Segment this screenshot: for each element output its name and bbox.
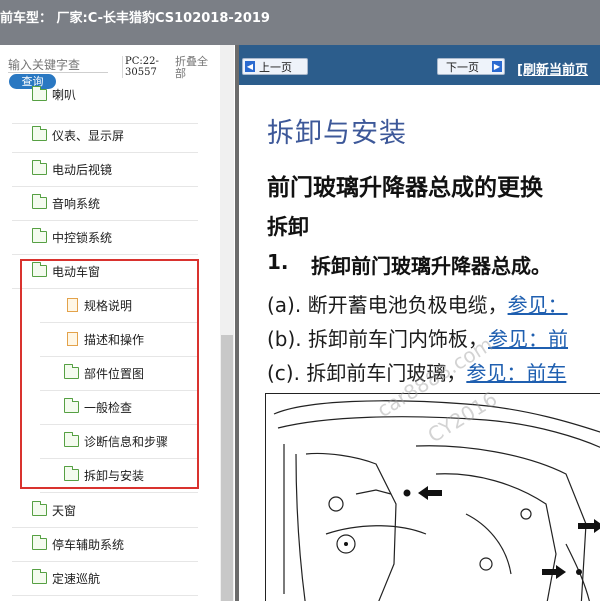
folder-icon: [32, 535, 47, 550]
tree-item-label: 停车辅助系统: [52, 538, 125, 552]
door-illustration: [265, 393, 600, 601]
tree-item-cruise-control[interactable]: 定速巡航: [12, 562, 198, 596]
tree-item-label: 天窗: [52, 504, 77, 518]
doc-title: 前门玻璃升降器总成的更换: [267, 175, 543, 201]
step-text: 拆卸前门玻璃升降器总成。: [311, 254, 551, 278]
window-title-bar: 前车型： 厂家:C-长丰猎豹CS102018-2019: [0, 0, 600, 45]
substep-a: (a). 断开蓄电池负极电缆，参见：: [267, 289, 568, 318]
tree-item-label: 电动后视镜: [52, 163, 113, 177]
reference-link[interactable]: 参见：前车: [466, 361, 566, 385]
substep-text: (c). 拆卸前车门玻璃，: [267, 361, 467, 385]
doc-heading: 拆卸与安装: [267, 118, 407, 149]
tree-item-label: 仪表、显示屏: [52, 129, 125, 143]
next-page-button[interactable]: 下一页 ▶: [437, 58, 505, 75]
folder-icon: [32, 160, 47, 175]
tree-item-mirror[interactable]: 电动后视镜: [12, 153, 198, 187]
selection-highlight-box: [20, 259, 199, 489]
substep-text: (a). 断开蓄电池负极电缆，: [267, 293, 508, 317]
tree-item-label: 音响系统: [52, 197, 101, 211]
tree-item-central-lock[interactable]: 中控锁系统: [12, 221, 198, 255]
substep-c: (c). 拆卸前车门玻璃，参见：前车: [267, 357, 566, 386]
substep-b: (b). 拆卸前车门内饰板，参见：前: [267, 323, 568, 352]
search-input[interactable]: [8, 58, 108, 73]
folder-icon: [32, 86, 47, 101]
tree-item-sunroof[interactable]: 天窗: [12, 494, 198, 528]
reference-link[interactable]: 参见：: [508, 293, 568, 317]
reference-link[interactable]: 参见：前: [488, 327, 568, 351]
step-number: 1.: [267, 250, 289, 274]
content-pane: ◀ 上一页 下一页 ▶ [刷新当前页 拆卸与安装 前门玻璃升降器总成的更换 拆卸…: [239, 45, 600, 601]
pc-code-label: PC:22-30557: [122, 56, 169, 78]
tree-item-instrument[interactable]: 仪表、显示屏: [12, 119, 198, 153]
collapse-all-link[interactable]: 折叠全部: [175, 56, 217, 80]
tree-item-label: 喇叭: [52, 88, 77, 102]
tree-item-label: 中控锁系统: [52, 231, 113, 245]
prev-page-label: 上一页: [259, 61, 292, 74]
tree-item-parking-assist[interactable]: 停车辅助系统: [12, 528, 198, 562]
refresh-page-link[interactable]: [刷新当前页: [517, 59, 588, 78]
folder-icon: [32, 228, 47, 243]
substep-text: (b). 拆卸前车门内饰板，: [267, 327, 489, 351]
prev-page-button[interactable]: ◀ 上一页: [242, 58, 308, 75]
page-nav-bar: ◀ 上一页 下一页 ▶ [刷新当前页: [239, 45, 600, 85]
doc-section: 拆卸: [267, 215, 309, 239]
arrow-right-icon: ▶: [492, 61, 502, 72]
next-page-label: 下一页: [446, 61, 479, 74]
sidebar-scroll-thumb[interactable]: [221, 335, 233, 601]
arrow-left-icon: ◀: [245, 61, 255, 72]
folder-icon: [32, 569, 47, 584]
door-diagram-svg: [273, 400, 600, 601]
folder-icon: [32, 501, 47, 516]
folder-icon: [32, 194, 47, 209]
window-title: 前车型： 厂家:C-长丰猎豹CS102018-2019: [0, 11, 270, 26]
folder-icon: [32, 126, 47, 141]
tree-item-audio[interactable]: 音响系统: [12, 187, 198, 221]
tree-item-label: 定速巡航: [52, 572, 101, 586]
